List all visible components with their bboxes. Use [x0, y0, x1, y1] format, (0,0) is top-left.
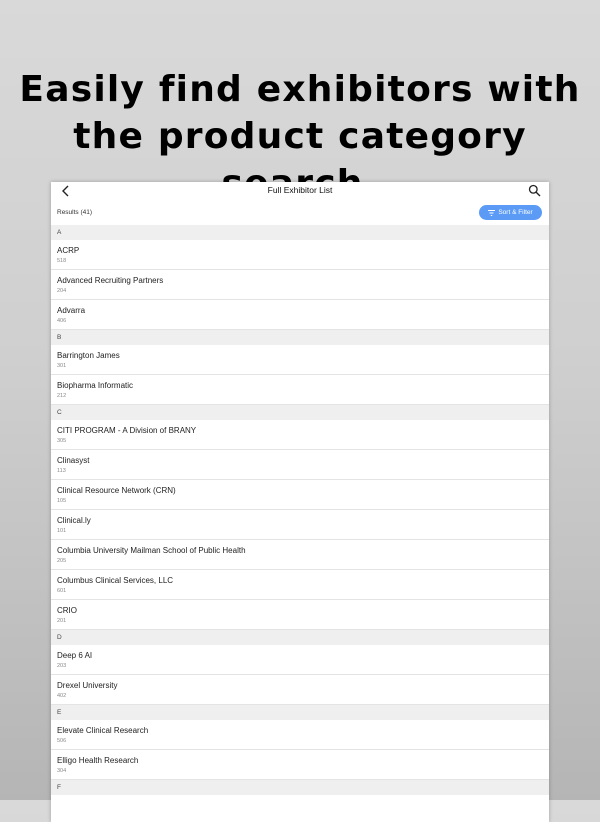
exhibitor-row[interactable]: Barrington James 301 — [51, 345, 549, 375]
exhibitor-row[interactable]: Clinical Resource Network (CRN) 105 — [51, 480, 549, 510]
section-header: C — [51, 405, 549, 420]
exhibitor-name: Barrington James — [57, 351, 120, 360]
exhibitor-name: Deep 6 AI — [57, 651, 93, 660]
exhibitor-name: Drexel University — [57, 681, 118, 690]
navigation-bar: Full Exhibitor List — [51, 182, 549, 199]
exhibitor-row[interactable]: Clinasyst 113 — [51, 450, 549, 480]
exhibitor-row[interactable]: ACRP 518 — [51, 240, 549, 270]
sort-filter-label: Sort & Filter — [498, 209, 533, 216]
exhibitor-row[interactable]: Columbia University Mailman School of Pu… — [51, 540, 549, 570]
exhibitor-row[interactable]: Columbus Clinical Services, LLC 601 — [51, 570, 549, 600]
results-bar: Results (41) Sort & Filter — [51, 199, 549, 225]
booth-number: 212 — [57, 393, 67, 399]
results-count: Results (41) — [57, 209, 93, 216]
exhibitor-name: Clinical Resource Network (CRN) — [57, 486, 176, 495]
exhibitor-row[interactable]: Biopharma Informatic 212 — [51, 375, 549, 405]
sort-filter-button[interactable]: Sort & Filter — [479, 205, 542, 220]
exhibitor-name: Biopharma Informatic — [57, 381, 134, 390]
booth-number: 105 — [57, 498, 67, 504]
exhibitor-row[interactable]: Deep 6 AI 203 — [51, 645, 549, 675]
page-title: Full Exhibitor List — [267, 185, 333, 195]
exhibitor-name: Elligo Health Research — [57, 756, 139, 765]
exhibitor-name: Advarra — [57, 306, 86, 315]
exhibitor-row[interactable]: CRIO 201 — [51, 600, 549, 630]
booth-number: 204 — [57, 288, 67, 294]
exhibitor-name: Advanced Recruiting Partners — [57, 276, 164, 285]
booth-number: 201 — [57, 618, 67, 624]
section-header: B — [51, 330, 549, 345]
exhibitor-name: Columbia University Mailman School of Pu… — [57, 546, 246, 555]
section-header: E — [51, 705, 549, 720]
section-header: D — [51, 630, 549, 645]
exhibitor-name: Elevate Clinical Research — [57, 726, 149, 735]
booth-number: 203 — [57, 663, 67, 669]
exhibitor-name: Clinasyst — [57, 456, 90, 465]
booth-number: 402 — [57, 693, 67, 699]
exhibitor-row[interactable]: Clinical.ly 101 — [51, 510, 549, 540]
booth-number: 305 — [57, 438, 67, 444]
exhibitor-list: A ACRP 518 Advanced Recruiting Partners 204 A… — [51, 225, 549, 795]
booth-number: 406 — [57, 318, 67, 324]
filter-icon — [488, 209, 496, 216]
exhibitor-name: CRIO — [57, 606, 77, 615]
booth-number: 506 — [57, 738, 67, 744]
app-screen: Full Exhibitor List Results (41) Sort & … — [51, 182, 549, 822]
exhibitor-name: Columbus Clinical Services, LLC — [57, 576, 174, 585]
exhibitor-name: Clinical.ly — [57, 516, 91, 525]
booth-number: 113 — [57, 468, 66, 474]
booth-number: 601 — [57, 588, 67, 594]
exhibitor-row[interactable]: Advarra 406 — [51, 300, 549, 330]
section-header: A — [51, 225, 549, 240]
booth-number: 205 — [57, 558, 67, 564]
section-header: F — [51, 780, 549, 795]
booth-number: 101 — [57, 528, 67, 534]
exhibitor-row[interactable]: Elligo Health Research 304 — [51, 750, 549, 780]
exhibitor-name: ACRP — [57, 246, 80, 255]
booth-number: 301 — [57, 363, 67, 369]
booth-number: 304 — [57, 768, 67, 774]
search-icon[interactable] — [528, 184, 541, 197]
headline-line-1: Easily find exhibitors with — [19, 69, 581, 110]
exhibitor-row[interactable]: Elevate Clinical Research 506 — [51, 720, 549, 750]
exhibitor-row[interactable]: Advanced Recruiting Partners 204 — [51, 270, 549, 300]
booth-number: 518 — [57, 258, 67, 264]
exhibitor-row[interactable]: Drexel University 402 — [51, 675, 549, 705]
exhibitor-row[interactable]: CITI PROGRAM - A Division of BRANY 305 — [51, 420, 549, 450]
exhibitor-name: CITI PROGRAM - A Division of BRANY — [57, 426, 197, 435]
